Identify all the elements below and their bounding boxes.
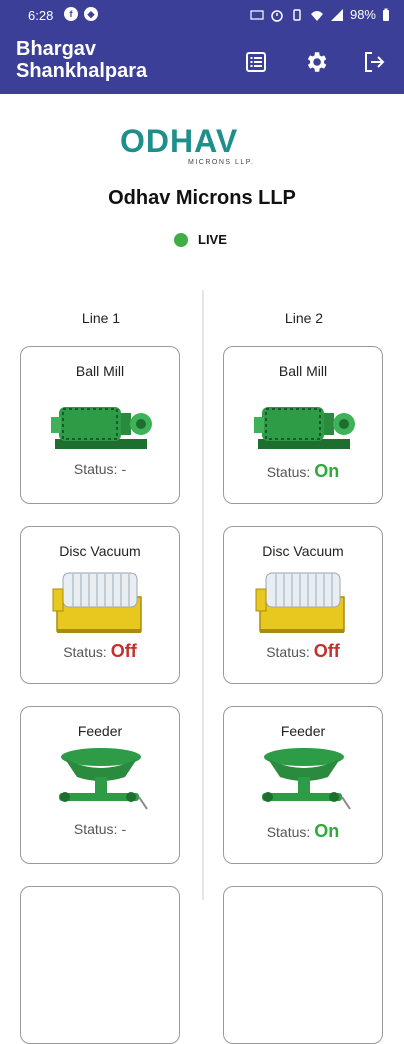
- status-value: -: [121, 461, 127, 477]
- machine-status: Status: Off: [21, 641, 179, 662]
- list-button[interactable]: [238, 44, 274, 80]
- live-indicator: LIVE: [174, 232, 227, 247]
- line-1-label: Line 1: [81, 310, 121, 326]
- status-value: Off: [313, 641, 340, 661]
- list-icon: [246, 52, 266, 72]
- status-time: 6:28: [28, 8, 54, 23]
- live-label: LIVE: [198, 232, 227, 247]
- status-label: Status:: [73, 821, 118, 837]
- status-value: On: [314, 821, 340, 841]
- machine-card-line2-feeder[interactable]: Feeder Status: On: [223, 706, 383, 864]
- machine-card-line1-disc-vacuum[interactable]: Disc Vacuum Status: Off: [20, 526, 180, 684]
- battery-percent: 98%: [349, 7, 376, 22]
- machine-status: Status: On: [224, 821, 382, 842]
- machine-card-line1-next[interactable]: [20, 886, 180, 1044]
- odhav-logo: ODHAV MICRONS LLP.: [120, 123, 255, 166]
- status-value: -: [121, 821, 127, 837]
- logout-button[interactable]: [356, 44, 392, 80]
- machine-card-line2-next[interactable]: [223, 886, 383, 1044]
- status-value: On: [314, 461, 340, 481]
- ball-mill-image: [253, 406, 356, 450]
- wifi-icon: [310, 10, 323, 21]
- machine-status: Status: -: [21, 461, 179, 477]
- machine-card-line1-feeder[interactable]: Feeder Status: -: [20, 706, 180, 864]
- line-2-label: Line 2: [284, 310, 324, 326]
- logout-icon: [365, 52, 385, 72]
- title-line-2: Shankhalpara: [16, 60, 148, 82]
- alarm-icon: [271, 9, 283, 22]
- status-label: Status:: [266, 464, 311, 480]
- status-bar: 6:28 f ◆ 98%: [0, 0, 404, 30]
- disc-vacuum-image: [52, 572, 142, 634]
- svg-text:ODHAV: ODHAV: [120, 123, 238, 159]
- ball-mill-image: [50, 406, 153, 450]
- machine-card-line1-ball-mill[interactable]: Ball Mill Status: -: [20, 346, 180, 504]
- machine-status: Status: Off: [224, 641, 382, 662]
- status-label: Status:: [63, 644, 107, 660]
- status-label: Status:: [73, 461, 118, 477]
- feeder-image: [261, 747, 351, 810]
- machine-name: Ball Mill: [278, 363, 328, 379]
- machine-status: Status: -: [21, 821, 179, 837]
- machine-name: Ball Mill: [75, 363, 125, 379]
- machine-name: Disc Vacuum: [262, 543, 344, 559]
- machine-name: Feeder: [280, 723, 326, 739]
- data-icon: [250, 9, 264, 20]
- status-value: Off: [110, 641, 137, 661]
- company-name: Odhav Microns LLP: [108, 187, 296, 209]
- status-label: Status:: [266, 824, 311, 840]
- machine-card-line2-ball-mill[interactable]: Ball Mill Status: On: [223, 346, 383, 504]
- column-divider: [202, 290, 204, 900]
- live-dot: [174, 232, 188, 247]
- shield-icon: ◆: [84, 7, 98, 21]
- page-title: Bhargav Shankhalpara: [16, 38, 216, 82]
- svg-text:MICRONS LLP.: MICRONS LLP.: [188, 159, 255, 166]
- machine-name: Disc Vacuum: [59, 543, 141, 559]
- machine-status: Status: On: [224, 461, 382, 482]
- settings-button[interactable]: [298, 44, 334, 80]
- vibrate-icon: [293, 8, 301, 21]
- disc-vacuum-image: [255, 572, 345, 634]
- gear-icon: [307, 52, 327, 72]
- signal-icon: [330, 8, 343, 21]
- feeder-image: [58, 747, 148, 810]
- machine-card-line2-disc-vacuum[interactable]: Disc Vacuum Status: Off: [223, 526, 383, 684]
- f-icon: f: [64, 7, 78, 21]
- app-bar: Bhargav Shankhalpara: [0, 30, 404, 94]
- title-line-1: Bhargav: [16, 38, 97, 60]
- machine-name: Feeder: [77, 723, 123, 739]
- battery-icon: [383, 8, 389, 21]
- status-label: Status:: [266, 644, 310, 660]
